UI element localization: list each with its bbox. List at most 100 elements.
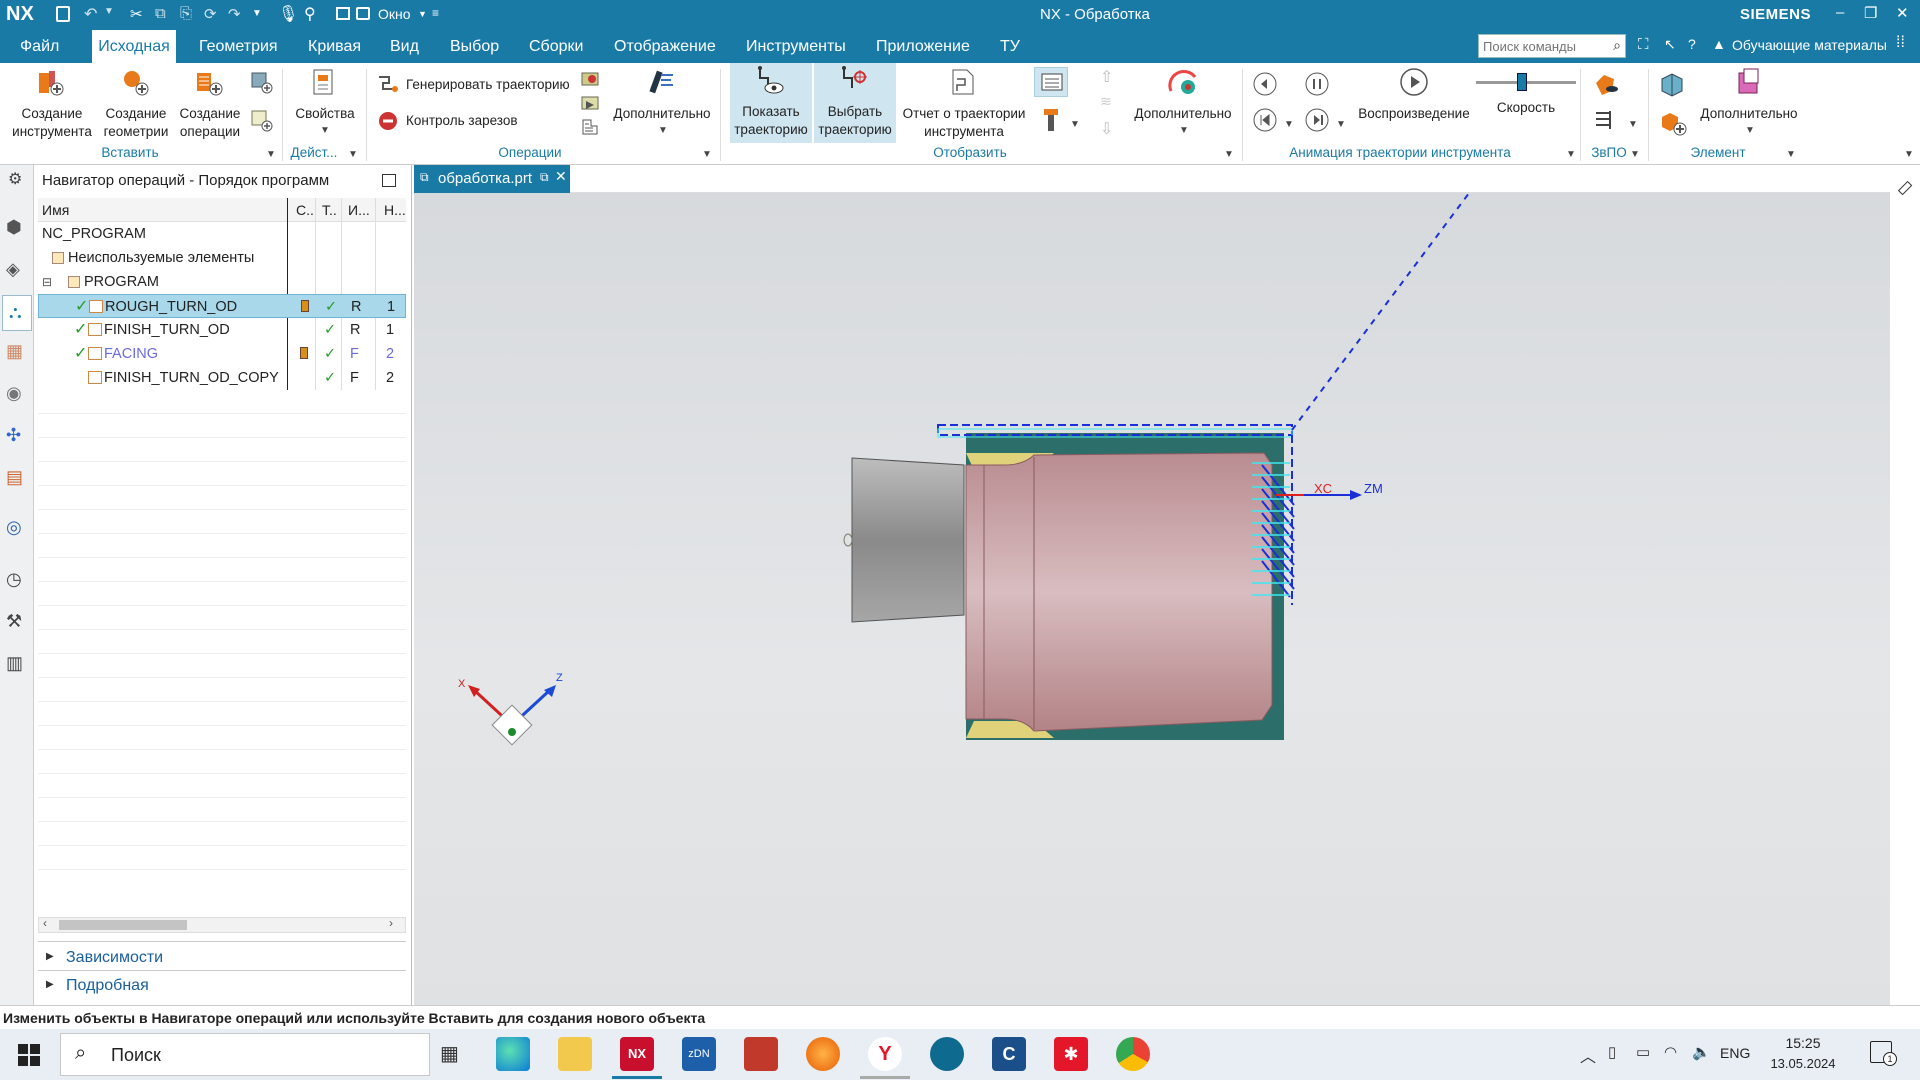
create-operation-button[interactable]: Создание операции bbox=[174, 65, 246, 145]
save-icon[interactable] bbox=[56, 6, 70, 22]
constraint-navigator-icon[interactable]: ✣ bbox=[6, 425, 21, 446]
red-app-icon[interactable]: ✱ bbox=[1054, 1037, 1088, 1071]
assembly-navigator-icon[interactable]: ◈ bbox=[6, 259, 20, 280]
more-display-dropdown-icon[interactable]: ▼ bbox=[1179, 125, 1189, 136]
row-facing[interactable]: ✓ FACING ✓ F 2 bbox=[38, 342, 406, 366]
command-search-input[interactable] bbox=[1479, 35, 1601, 57]
menu-geometry[interactable]: Геометрия bbox=[193, 30, 284, 63]
group-actions-dropdown-icon[interactable]: ▼ bbox=[348, 149, 358, 160]
create-method-icon[interactable] bbox=[250, 71, 274, 95]
clock-time[interactable]: 15:25 bbox=[1776, 1035, 1830, 1051]
menu-assemblies[interactable]: Сборки bbox=[523, 30, 589, 63]
zdn-icon[interactable]: zDN bbox=[682, 1037, 716, 1071]
minimize-button[interactable]: – bbox=[1836, 4, 1844, 21]
details-panel[interactable]: ▶ Подробная bbox=[38, 975, 406, 999]
view-triad[interactable]: X Z bbox=[458, 672, 563, 746]
dependencies-panel[interactable]: ▶ Зависимости bbox=[38, 947, 406, 971]
menu-selection[interactable]: Выбор bbox=[444, 30, 505, 63]
wifi-icon[interactable]: ◠ bbox=[1664, 1043, 1677, 1061]
row-program[interactable]: ⊟ PROGRAM bbox=[38, 270, 406, 294]
step-forward-icon[interactable] bbox=[1304, 107, 1330, 133]
properties-dropdown-icon[interactable]: ▼ bbox=[320, 125, 330, 136]
step-back-icon[interactable] bbox=[1252, 71, 1278, 97]
task-view-icon[interactable]: ▦ bbox=[440, 1041, 459, 1066]
undock-tab-icon[interactable]: ⧉ bbox=[540, 170, 549, 185]
reuse-library-icon[interactable]: ▤ bbox=[6, 467, 23, 488]
horizontal-scrollbar[interactable]: ‹ › bbox=[38, 916, 406, 933]
group-animation-dropdown-icon[interactable]: ▼ bbox=[1566, 149, 1576, 160]
repeat-command-icon[interactable]: ⟳ bbox=[204, 5, 217, 23]
tray-overflow-icon[interactable]: ︿ bbox=[1580, 1043, 1596, 1067]
ipw-settings-dropdown-icon[interactable]: ▼ bbox=[1628, 119, 1638, 130]
menu-tu[interactable]: ТУ bbox=[994, 30, 1026, 63]
ribbon-options-icon[interactable]: ⁞⁞ bbox=[1896, 34, 1905, 52]
menu-curve[interactable]: Кривая bbox=[302, 30, 367, 63]
graphics-window[interactable]: XC ZM X Z bbox=[414, 165, 1890, 1005]
generate-path-label[interactable]: Генерировать траекторию bbox=[406, 76, 570, 94]
row-nc-program[interactable]: NC_PROGRAM bbox=[38, 222, 406, 246]
column-number[interactable]: Н... bbox=[384, 198, 406, 222]
model-view[interactable]: XC ZM X Z bbox=[414, 165, 1890, 1005]
more-operations-dropdown-icon[interactable]: ▼ bbox=[658, 125, 668, 136]
menu-file[interactable]: Файл bbox=[14, 30, 65, 63]
settings-app-icon[interactable] bbox=[744, 1037, 778, 1071]
quick-access-dropdown-icon[interactable]: ▼ bbox=[252, 8, 262, 19]
column-tool[interactable]: И... bbox=[348, 198, 370, 222]
window-menu[interactable]: Окно bbox=[378, 6, 411, 22]
taskbar-search[interactable]: ⌕ Поиск bbox=[60, 1033, 430, 1076]
notifications-icon[interactable]: 1 bbox=[1870, 1041, 1897, 1066]
display-tool-dropdown-icon[interactable]: ▼ bbox=[1070, 119, 1080, 130]
column-status[interactable]: С.. bbox=[296, 198, 314, 222]
row-unused-items[interactable]: Неиспользуемые элементы bbox=[38, 246, 406, 270]
show-path-button[interactable]: Показать траекторию bbox=[730, 63, 812, 143]
postprocess-icon[interactable] bbox=[580, 117, 600, 137]
customize-quick-access-icon[interactable]: ≡ bbox=[432, 6, 439, 20]
machine-tool-navigator-icon[interactable]: ▦ bbox=[6, 341, 23, 362]
copy-icon[interactable]: ⧉ bbox=[155, 5, 166, 22]
row-rough-turn-od[interactable]: ✓ ROUGH_TURN_OD ✓ R 1 bbox=[38, 294, 406, 318]
close-tab-icon[interactable]: ✕ bbox=[555, 168, 567, 185]
menu-home[interactable]: Исходная bbox=[92, 30, 176, 63]
scroll-thumb[interactable] bbox=[59, 920, 187, 930]
create-geometry-button[interactable]: Создание геометрии bbox=[98, 65, 174, 145]
group-ipw-dropdown-icon[interactable]: ▼ bbox=[1630, 149, 1640, 160]
go-to-start-dropdown-icon[interactable]: ▼ bbox=[1284, 119, 1294, 130]
navigator-maximize-icon[interactable] bbox=[382, 174, 396, 187]
create-tool-button[interactable]: Создание инструмента bbox=[8, 65, 96, 145]
gouge-check-icon[interactable] bbox=[376, 109, 400, 133]
volume-icon[interactable]: 🔈 bbox=[1692, 1043, 1711, 1061]
restore-button[interactable]: ❐ bbox=[1864, 4, 1877, 22]
window-switch-icon[interactable] bbox=[356, 7, 370, 20]
move-down-icon[interactable]: ⇩ bbox=[1100, 119, 1113, 139]
menu-tools[interactable]: Инструменты bbox=[740, 30, 852, 63]
properties-button[interactable]: Свойства ▼ bbox=[290, 65, 360, 145]
speed-slider-thumb[interactable] bbox=[1516, 73, 1527, 91]
web-browser-icon[interactable]: ◎ bbox=[6, 517, 22, 538]
paste-icon[interactable]: ⎘ bbox=[180, 5, 192, 22]
playback-button[interactable]: Воспроизведение bbox=[1352, 65, 1476, 145]
nx-taskbar-icon[interactable]: NX bbox=[620, 1037, 654, 1071]
go-to-start-icon[interactable] bbox=[1252, 107, 1278, 133]
touch-mode-icon[interactable]: ⚲ bbox=[304, 4, 316, 24]
display-tool-icon[interactable] bbox=[1040, 107, 1062, 133]
feature-navigator-icon[interactable]: ◉ bbox=[6, 383, 22, 404]
scroll-left-icon[interactable]: ‹ bbox=[43, 916, 47, 930]
search-icon[interactable]: ⌕ bbox=[1613, 37, 1621, 54]
ribbon-collapse-icon[interactable]: ▼ bbox=[1904, 149, 1914, 160]
undo-dropdown-icon[interactable]: ▼ bbox=[104, 6, 114, 17]
windows-start-icon[interactable] bbox=[18, 1044, 40, 1066]
pause-icon[interactable] bbox=[1304, 71, 1330, 97]
redo-icon[interactable]: ↷ bbox=[228, 5, 241, 23]
tab-part-file[interactable]: ⧉ обработка.prt ⧉ ✕ bbox=[414, 165, 570, 193]
history-icon[interactable]: ◷ bbox=[6, 569, 22, 590]
collapse-icon[interactable]: ⊟ bbox=[42, 270, 52, 294]
simulate-icon[interactable] bbox=[580, 93, 600, 113]
learning-materials-link[interactable]: Обучающие материалы bbox=[1732, 37, 1887, 53]
c-app-icon[interactable]: C bbox=[992, 1037, 1026, 1071]
column-toolpath[interactable]: Т.. bbox=[322, 198, 337, 222]
feature-operation-icon[interactable] bbox=[1658, 107, 1688, 137]
ruler-icon[interactable]: ▭ bbox=[1891, 174, 1918, 201]
group-insert-dropdown-icon[interactable]: ▼ bbox=[266, 149, 276, 160]
step-forward-dropdown-icon[interactable]: ▼ bbox=[1336, 119, 1346, 130]
path-report-button[interactable]: Отчет о траектории инструмента bbox=[898, 65, 1030, 145]
